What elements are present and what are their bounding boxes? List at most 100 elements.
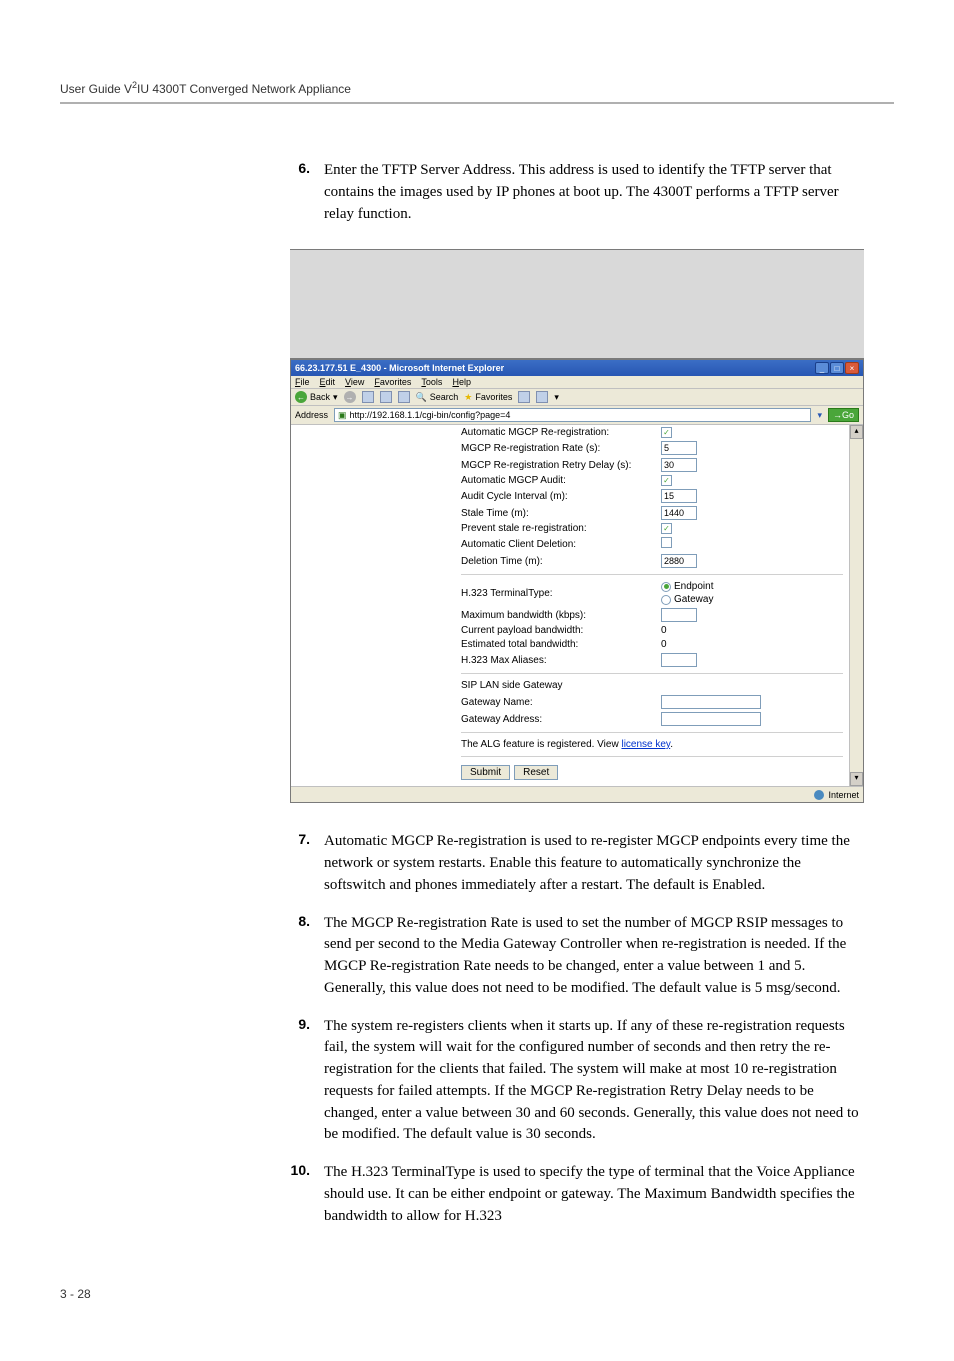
step-number: 7.: [290, 831, 310, 896]
retry-delay-input[interactable]: [661, 458, 697, 472]
menu-tools[interactable]: Tools: [421, 377, 442, 387]
back-button[interactable]: ← Back ▾: [295, 391, 338, 403]
auto-audit-checkbox[interactable]: ✓: [661, 475, 672, 486]
scroll-up-icon[interactable]: ▴: [850, 425, 863, 439]
radio-endpoint[interactable]: [661, 582, 671, 592]
max-bw-label: Maximum bandwidth (kbps):: [461, 610, 661, 621]
deletion-time-input[interactable]: [661, 554, 697, 568]
stop-icon[interactable]: [362, 391, 374, 403]
step-10: 10. The H.323 TerminalType is used to sp…: [290, 1162, 864, 1227]
back-icon: ←: [295, 391, 307, 403]
section-divider: [461, 574, 843, 575]
step-number: 9.: [290, 1016, 310, 1147]
stale-time-label: Stale Time (m):: [461, 508, 661, 519]
terminal-type-gateway[interactable]: Gateway: [661, 594, 713, 605]
license-text: The ALG feature is registered. View lice…: [461, 739, 843, 750]
auto-delete-label: Automatic Client Deletion:: [461, 539, 661, 550]
submit-button[interactable]: Submit: [461, 765, 510, 780]
media-icon[interactable]: [518, 391, 530, 403]
ie-statusbar: Internet: [291, 786, 863, 802]
favorites-label: Favorites: [475, 392, 512, 402]
auto-audit-label: Automatic MGCP Audit:: [461, 475, 661, 486]
terminal-type-endpoint[interactable]: Endpoint: [661, 581, 713, 592]
gw-name-label: Gateway Name:: [461, 697, 661, 708]
step-text: Automatic MGCP Re-registration is used t…: [324, 831, 864, 896]
step-6: 6. Enter the TFTP Server Address. This a…: [290, 160, 864, 225]
favorites-button[interactable]: ★ Favorites: [464, 392, 512, 403]
auto-rereg-label: Automatic MGCP Re-registration:: [461, 427, 661, 438]
banner-placeholder: [290, 249, 864, 359]
page-footer: 3 - 28: [60, 1287, 894, 1301]
search-button[interactable]: 🔍 Search: [416, 392, 459, 403]
stale-time-input[interactable]: [661, 506, 697, 520]
menu-favorites[interactable]: Favorites: [374, 377, 411, 387]
ie-window: 66.23.177.51 E_4300 - Microsoft Internet…: [290, 359, 864, 803]
radio-gateway[interactable]: [661, 595, 671, 605]
step-text: The system re-registers clients when it …: [324, 1016, 864, 1147]
scrollbar[interactable]: ▴ ▾: [849, 425, 863, 786]
go-button[interactable]: → Go: [828, 408, 859, 422]
ie-menubar: File Edit View Favorites Tools Help: [291, 376, 863, 389]
section-divider-3: [461, 732, 843, 733]
terminal-type-label: H.323 TerminalType:: [461, 588, 661, 599]
prevent-stale-checkbox[interactable]: ✓: [661, 523, 672, 534]
deletion-time-label: Deletion Time (m):: [461, 556, 661, 567]
rereg-rate-input[interactable]: [661, 441, 697, 455]
close-button[interactable]: ×: [845, 362, 859, 374]
ie-toolbar: ← Back ▾ → 🔍 Search ★ Favorites ▾: [291, 389, 863, 406]
ie-viewport: Automatic MGCP Re-registration: ✓ MGCP R…: [291, 425, 863, 786]
home-icon[interactable]: [398, 391, 410, 403]
menu-help[interactable]: Help: [452, 377, 471, 387]
max-aliases-label: H.323 Max Aliases:: [461, 655, 661, 666]
toolbar-dropdown-icon[interactable]: ▾: [554, 392, 559, 403]
menu-edit[interactable]: Edit: [320, 377, 336, 387]
menu-view[interactable]: View: [345, 377, 364, 387]
step-number: 8.: [290, 913, 310, 1000]
forward-button[interactable]: →: [344, 391, 356, 403]
status-right: Internet: [828, 790, 859, 800]
embedded-screenshot: 66.23.177.51 E_4300 - Microsoft Internet…: [290, 249, 864, 803]
menu-file[interactable]: File: [295, 377, 310, 387]
max-aliases-input[interactable]: [661, 653, 697, 667]
gw-addr-input[interactable]: [661, 712, 761, 726]
max-bw-input[interactable]: [661, 608, 697, 622]
star-icon: ★: [464, 392, 472, 403]
license-post: .: [670, 739, 673, 750]
maximize-button[interactable]: □: [830, 362, 844, 374]
cur-bw-label: Current payload bandwidth:: [461, 625, 661, 636]
search-label: Search: [430, 392, 459, 402]
globe-icon: [814, 790, 824, 800]
auto-delete-checkbox[interactable]: [661, 537, 672, 548]
retry-delay-label: MGCP Re-registration Retry Delay (s):: [461, 460, 661, 471]
reset-button[interactable]: Reset: [514, 765, 558, 780]
config-form: Automatic MGCP Re-registration: ✓ MGCP R…: [461, 425, 849, 786]
section-divider-2: [461, 673, 843, 674]
page-icon: ▣: [338, 410, 347, 421]
sip-section-header: SIP LAN side Gateway: [461, 680, 843, 691]
gw-addr-label: Gateway Address:: [461, 714, 661, 725]
scroll-down-icon[interactable]: ▾: [850, 772, 863, 786]
left-padding: [291, 425, 461, 786]
step-9: 9. The system re-registers clients when …: [290, 1016, 864, 1147]
address-value: http://192.168.1.1/cgi-bin/config?page=4: [350, 410, 511, 420]
est-bw-label: Estimated total bandwidth:: [461, 639, 661, 650]
radio-endpoint-label: Endpoint: [674, 581, 713, 592]
auto-rereg-checkbox[interactable]: ✓: [661, 427, 672, 438]
minimize-button[interactable]: _: [815, 362, 829, 374]
license-pre: The ALG feature is registered. View: [461, 739, 621, 750]
back-label: Back: [310, 392, 330, 402]
history-icon[interactable]: [536, 391, 548, 403]
step-text: The H.323 TerminalType is used to specif…: [324, 1162, 864, 1227]
refresh-icon[interactable]: [380, 391, 392, 403]
gw-name-input[interactable]: [661, 695, 761, 709]
audit-interval-input[interactable]: [661, 489, 697, 503]
step-text: Enter the TFTP Server Address. This addr…: [324, 160, 864, 225]
address-dropdown-icon[interactable]: ▾: [817, 410, 822, 421]
license-link[interactable]: license key: [621, 739, 670, 750]
address-input[interactable]: ▣ http://192.168.1.1/cgi-bin/config?page…: [334, 408, 811, 422]
step-text: The MGCP Re-registration Rate is used to…: [324, 913, 864, 1000]
scroll-thumb[interactable]: [850, 439, 863, 772]
est-bw-value: 0: [661, 639, 667, 650]
ie-addressbar: Address ▣ http://192.168.1.1/cgi-bin/con…: [291, 406, 863, 425]
section-divider-4: [461, 756, 843, 757]
